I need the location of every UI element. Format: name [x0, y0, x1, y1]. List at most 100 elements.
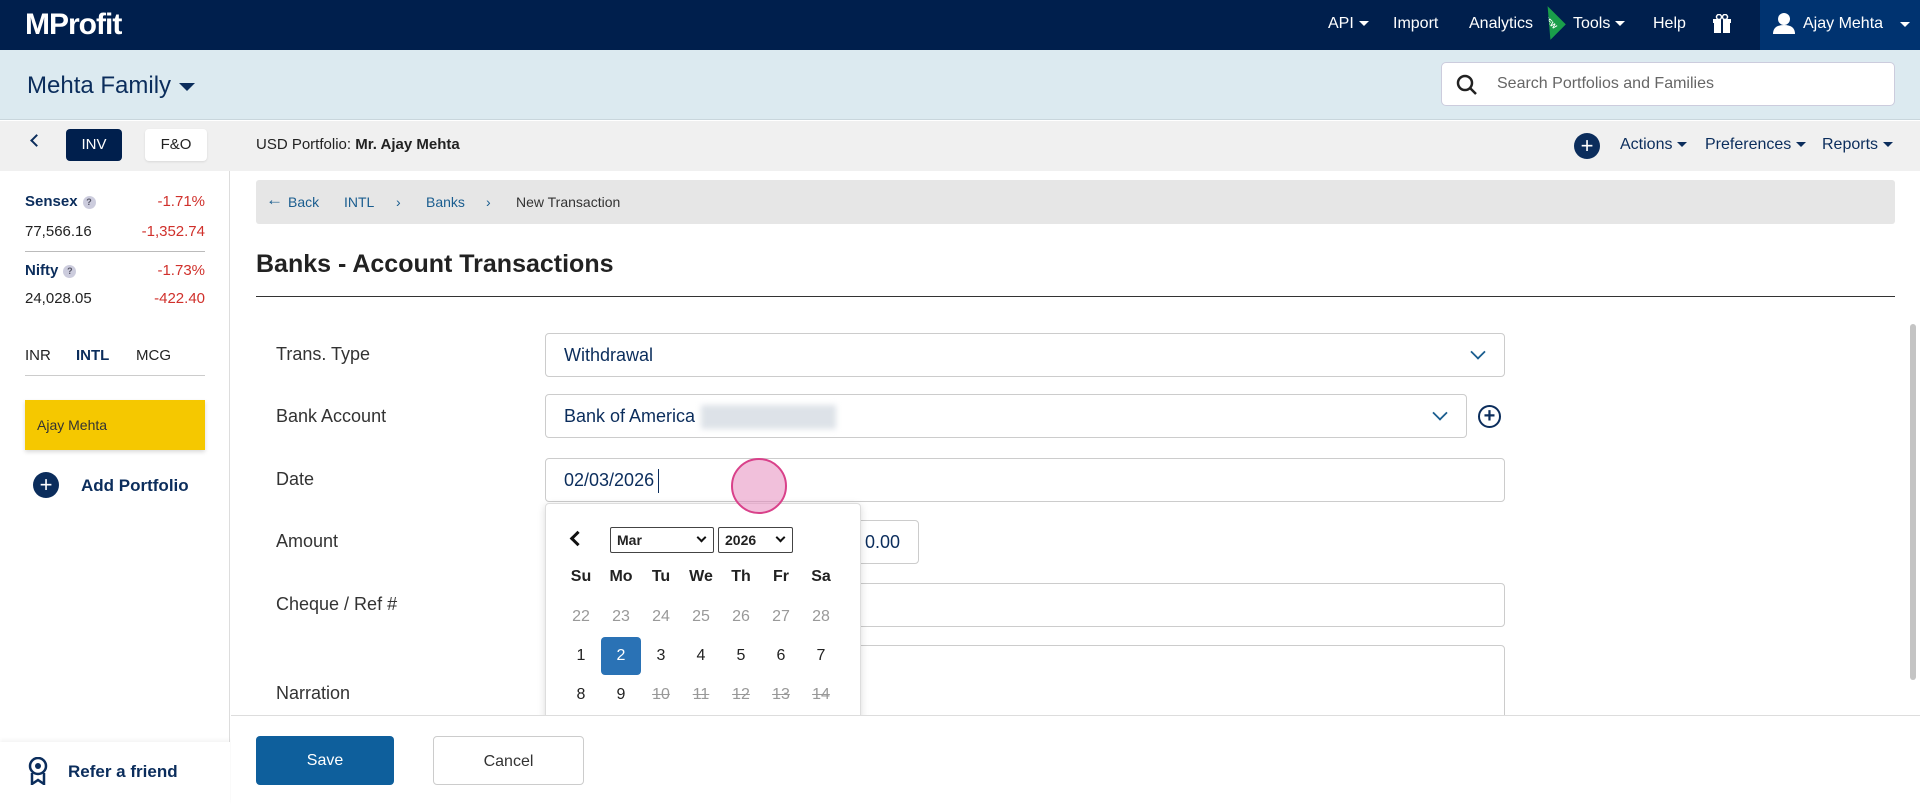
calendar-day[interactable]: 5 — [721, 647, 761, 665]
bank-account-select[interactable]: Bank of America — [545, 394, 1467, 438]
calendar-day-disabled: 12 — [732, 686, 750, 703]
save-button[interactable]: Save — [256, 736, 394, 785]
date-label: Date — [276, 469, 315, 489]
chevron-right-icon: › — [396, 194, 401, 210]
user-menu[interactable]: Ajay Mehta — [1760, 0, 1920, 50]
add-bank-account-icon[interactable]: + — [1478, 405, 1501, 428]
weekday-header: Fr — [773, 568, 789, 585]
nav-analytics[interactable]: Analytics — [1469, 15, 1533, 33]
amount-value: 0.00 — [864, 532, 900, 552]
nav-tools[interactable]: Tools — [1573, 15, 1626, 33]
portfolio-item-ajay-mehta[interactable]: Ajay Mehta — [25, 400, 205, 450]
portfolio-name: Mr. Ajay Mehta — [355, 136, 460, 153]
cancel-button[interactable]: Cancel — [433, 736, 584, 785]
year-value: 2026 — [725, 532, 757, 548]
trans-type-label: Trans. Type — [276, 344, 371, 364]
calendar-day-selected[interactable]: 2 — [601, 637, 641, 675]
top-nav-bar — [0, 0, 1920, 50]
caret-down-icon — [179, 82, 196, 91]
click-indicator — [731, 458, 787, 514]
nav-api[interactable]: API — [1328, 15, 1369, 33]
mprofit-logo[interactable]: MProfit — [25, 8, 122, 42]
region-tab-intl[interactable]: INTL — [76, 347, 109, 364]
calendar-day-prev-month[interactable]: 25 — [681, 608, 721, 626]
help-icon[interactable]: ? — [82, 195, 96, 209]
actions-menu[interactable]: Actions — [1620, 136, 1688, 154]
tab-inv[interactable]: INV — [66, 129, 122, 161]
reports-menu[interactable]: Reports — [1822, 136, 1894, 154]
gift-icon[interactable] — [1712, 13, 1732, 34]
sensex-pct: -1.71% — [157, 193, 205, 210]
trans-type-select[interactable]: Withdrawal — [545, 333, 1505, 377]
calendar-day[interactable]: 8 — [561, 686, 601, 704]
date-input[interactable]: 02/03/2026 — [545, 458, 1505, 502]
nav-import[interactable]: Import — [1393, 15, 1438, 33]
year-select[interactable]: 2026 — [718, 527, 793, 553]
divider — [25, 375, 205, 376]
search-input[interactable]: Search Portfolios and Families — [1441, 62, 1895, 106]
sensex-change: -1,352.74 — [141, 223, 205, 240]
nifty-pct: -1.73% — [157, 262, 205, 279]
date-value: 02/03/2026 — [564, 470, 655, 490]
calendar-day-disabled: 14 — [812, 686, 830, 703]
nav-api-label: API — [1328, 15, 1354, 32]
search-icon — [1456, 74, 1477, 95]
breadcrumb-intl[interactable]: INTL — [344, 194, 374, 210]
family-name: Mehta Family — [27, 72, 172, 99]
plus-circle-icon: + — [33, 472, 59, 498]
back-arrow-icon[interactable]: ← — [266, 190, 283, 210]
nav-tools-label: Tools — [1573, 15, 1611, 32]
actions-label: Actions — [1620, 136, 1673, 153]
calendar-day[interactable]: 9 — [601, 686, 641, 704]
calendar-day[interactable]: 6 — [761, 647, 801, 665]
portfolio-title: USD Portfolio: Mr. Ajay Mehta — [256, 136, 460, 153]
page-title: Banks - Account Transactions — [256, 250, 614, 278]
prev-month-icon[interactable] — [569, 530, 586, 547]
calendar-day-prev-month[interactable]: 27 — [761, 608, 801, 626]
month-select[interactable]: Mar — [610, 527, 714, 553]
chevron-down-icon — [696, 532, 707, 543]
weekday-header: Mo — [609, 568, 633, 585]
caret-down-icon — [1677, 142, 1688, 148]
add-transaction-icon[interactable]: + — [1574, 133, 1600, 159]
help-icon[interactable]: ? — [63, 264, 77, 278]
sensex-name: Sensex — [25, 193, 78, 210]
weekday-header: We — [689, 568, 713, 585]
divider — [25, 251, 205, 252]
refer-label: Refer a friend — [68, 762, 178, 781]
calendar-day-disabled: 13 — [772, 686, 790, 703]
calendar-day-prev-month[interactable]: 24 — [641, 608, 681, 626]
weekday-header: Sa — [811, 568, 831, 585]
calendar-day[interactable]: 7 — [801, 647, 841, 665]
preferences-menu[interactable]: Preferences — [1705, 136, 1807, 154]
nifty-change: -422.40 — [154, 290, 205, 307]
breadcrumb-banks[interactable]: Banks — [426, 194, 465, 210]
amount-label: Amount — [276, 531, 339, 551]
calendar-day-prev-month[interactable]: 28 — [801, 608, 841, 626]
calendar-day[interactable]: 1 — [561, 647, 601, 665]
sensex-label: Sensex? — [25, 193, 96, 210]
scrollbar[interactable] — [1910, 324, 1916, 680]
tab-fo[interactable]: F&O — [145, 129, 207, 161]
refer-a-friend[interactable]: Refer a friend — [0, 742, 230, 804]
breadcrumb-back[interactable]: Back — [288, 194, 319, 210]
narration-label: Narration — [276, 683, 351, 703]
region-tab-mcg[interactable]: MCG — [136, 347, 171, 364]
calendar-day[interactable]: 3 — [641, 647, 681, 665]
calendar-day-prev-month[interactable]: 22 — [561, 608, 601, 626]
add-portfolio-label: Add Portfolio — [81, 476, 189, 495]
reports-label: Reports — [1822, 136, 1879, 153]
caret-down-icon — [1615, 21, 1626, 27]
month-value: Mar — [617, 532, 642, 548]
nav-help[interactable]: Help — [1653, 15, 1686, 33]
breadcrumb-current: New Transaction — [516, 194, 621, 210]
calendar-day-prev-month[interactable]: 23 — [601, 608, 641, 626]
family-selector[interactable]: Mehta Family — [27, 72, 196, 100]
calendar-day-prev-month[interactable]: 26 — [721, 608, 761, 626]
caret-down-icon — [1358, 21, 1369, 27]
caret-down-icon — [1883, 142, 1894, 148]
user-name: Ajay Mehta — [1803, 15, 1884, 32]
calendar-day[interactable]: 4 — [681, 647, 721, 665]
weekday-header: Su — [570, 568, 592, 585]
region-tab-inr[interactable]: INR — [25, 347, 51, 364]
